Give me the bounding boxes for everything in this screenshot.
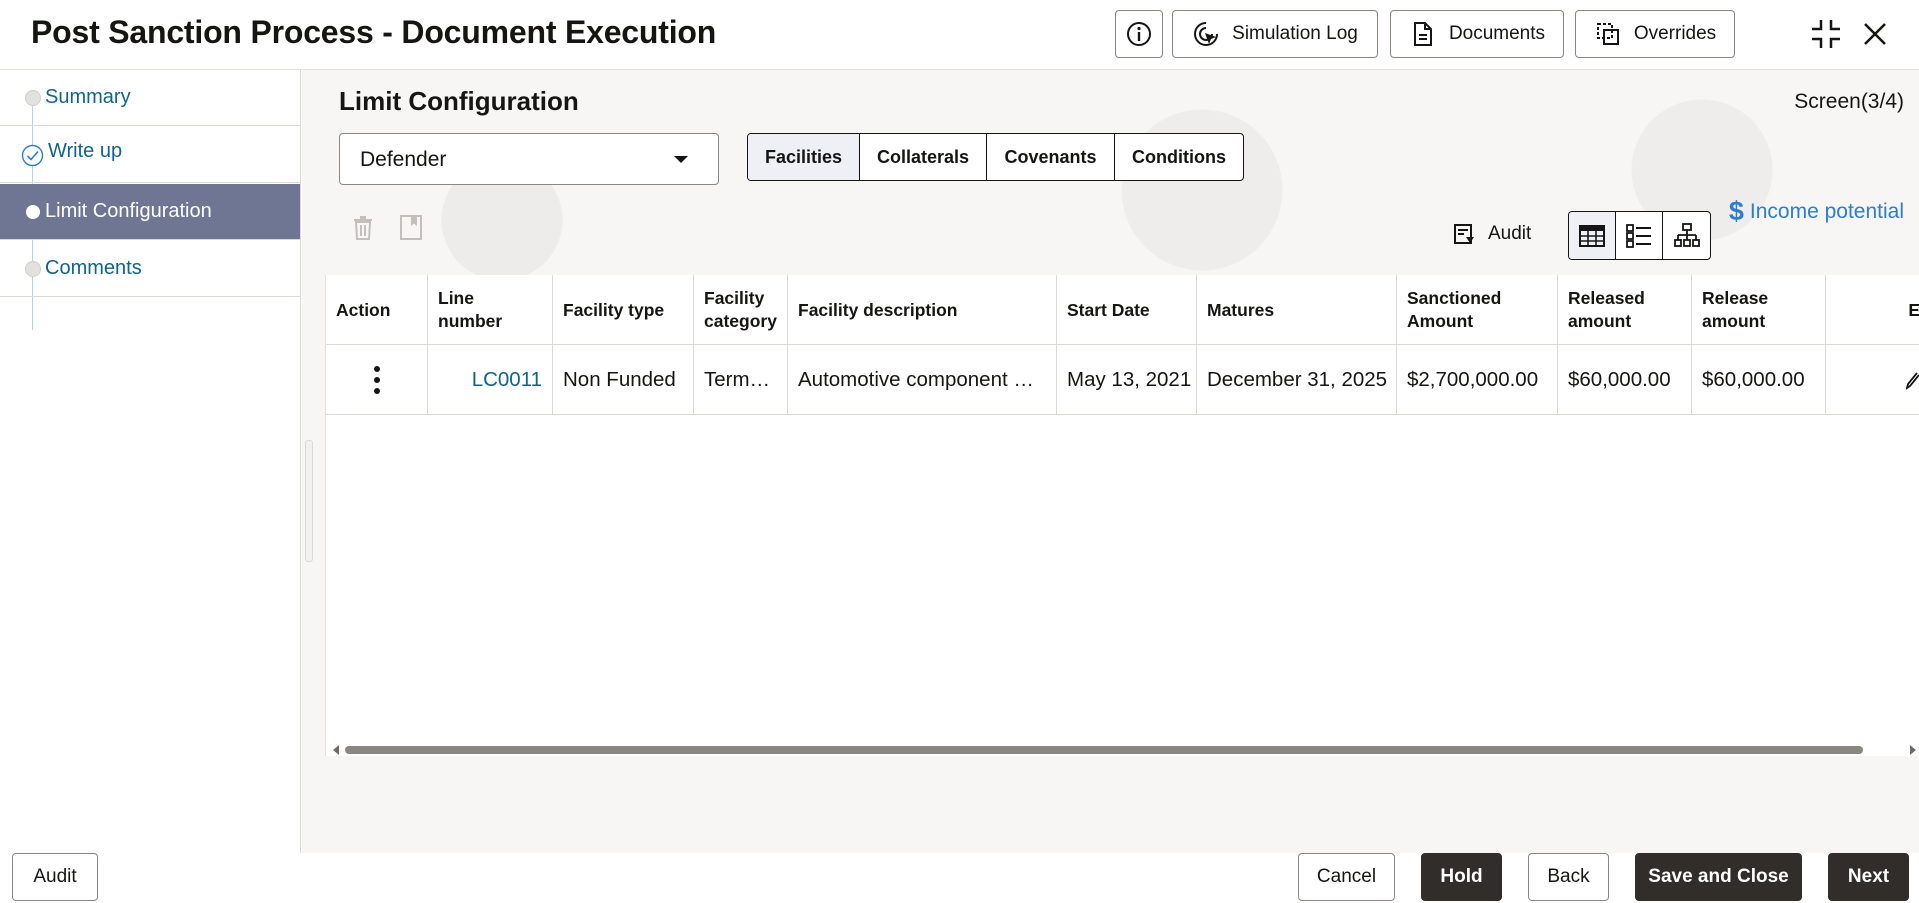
scrollbar-thumb[interactable] <box>345 746 1863 754</box>
audit-footer-button[interactable]: Audit <box>12 853 98 901</box>
info-button[interactable] <box>1115 10 1163 58</box>
column-header-matures[interactable]: Matures <box>1197 275 1397 345</box>
overrides-button[interactable]: Overrides <box>1575 10 1735 58</box>
release-amount-cell: $60,000.00 <box>1692 345 1826 415</box>
document-icon <box>1413 22 1432 46</box>
facility-category-cell: Term… <box>694 345 788 415</box>
hold-button[interactable]: Hold <box>1421 853 1502 901</box>
more-vertical-icon <box>373 366 380 394</box>
cursor-target-icon <box>1194 22 1219 46</box>
customer-select[interactable]: Defender <box>339 133 719 185</box>
column-header-released-amount[interactable]: Released amount <box>1558 275 1692 345</box>
sidebar-item-summary[interactable]: Summary <box>0 70 300 126</box>
sidebar-item-label: Limit Configuration <box>45 200 212 222</box>
edit-button[interactable] <box>1826 345 1919 415</box>
column-header-release-amount[interactable]: Release amount <box>1692 275 1826 345</box>
scroll-left-icon[interactable] <box>333 745 339 755</box>
sidebar-item-write-up[interactable]: Write up <box>0 127 300 183</box>
pencil-icon <box>1906 372 1919 390</box>
released-amount-cell: $60,000.00 <box>1558 345 1692 415</box>
start-date-cell: May 13, 2021 <box>1057 345 1197 415</box>
column-header-facility-category[interactable]: Facility category <box>694 275 788 345</box>
sidebar-item-label: Summary <box>45 86 131 108</box>
column-header-edit[interactable]: E <box>1826 275 1919 345</box>
column-header-facility-description[interactable]: Facility description <box>788 275 1057 345</box>
check-circle-icon <box>21 144 44 167</box>
matures-cell: December 31, 2025 <box>1197 345 1397 415</box>
column-header-facility-type[interactable]: Facility type <box>553 275 694 345</box>
sidebar-item-comments[interactable]: Comments <box>0 241 300 297</box>
facilities-table: Action Line number Facility type Facility… <box>325 275 1919 756</box>
sidebar-item-label: Comments <box>45 257 142 279</box>
footer-bar: Audit Cancel Hold Back Save and Close Ne… <box>0 853 1919 903</box>
minimize-button[interactable] <box>1806 14 1846 54</box>
tab-conditions[interactable]: Conditions <box>1115 134 1243 180</box>
sidebar-item-label: Write up <box>48 140 123 162</box>
process-steps-sidebar: Summary Write up Limit Configuration Com… <box>0 70 301 853</box>
simulation-log-label: Simulation Log <box>1232 23 1358 44</box>
tab-collaterals[interactable]: Collaterals <box>860 134 987 180</box>
page-title: Post Sanction Process - Document Executi… <box>31 14 717 50</box>
hierarchy-icon <box>1673 222 1700 247</box>
sanctioned-amount-cell: $2,700,000.00 <box>1397 345 1558 415</box>
facility-description-cell: Automotive component … <box>788 345 1057 415</box>
delete-icon[interactable] <box>348 212 378 242</box>
close-button[interactable] <box>1855 14 1895 54</box>
table-header: Action Line number Facility type Facility… <box>326 275 1919 345</box>
facility-type-cell: Non Funded <box>553 345 694 415</box>
save-and-close-button[interactable]: Save and Close <box>1635 853 1802 901</box>
column-header-start-date[interactable]: Start Date <box>1057 275 1197 345</box>
chevron-down-icon <box>674 156 688 163</box>
income-potential-link[interactable]: $ Income potential <box>1729 196 1904 227</box>
close-icon <box>1864 23 1886 45</box>
section-title: Limit Configuration <box>339 86 579 116</box>
documents-button[interactable]: Documents <box>1390 10 1564 58</box>
audit-button[interactable]: Audit <box>1452 222 1531 246</box>
customer-select-value: Defender <box>360 148 447 171</box>
pending-dot-icon <box>25 90 41 106</box>
back-button[interactable]: Back <box>1528 853 1609 901</box>
audit-label: Audit <box>1488 223 1532 244</box>
info-icon <box>1127 22 1151 46</box>
dollar-icon: $ <box>1728 196 1744 226</box>
side-scroll-handle[interactable] <box>305 440 313 562</box>
overrides-label: Overrides <box>1633 23 1717 44</box>
collapse-icon <box>1812 20 1840 48</box>
row-actions-button[interactable] <box>326 345 428 415</box>
income-potential-label: Income potential <box>1749 199 1904 223</box>
limit-tabs: Facilities Collaterals Covenants Conditi… <box>747 133 1244 181</box>
sidebar-item-limit-configuration[interactable]: Limit Configuration <box>0 184 300 240</box>
tab-facilities[interactable]: Facilities <box>748 134 860 180</box>
line-number-link[interactable]: LC0011 <box>428 345 553 415</box>
list-view-button[interactable] <box>1616 212 1663 259</box>
list-icon <box>1626 223 1651 248</box>
scroll-right-icon[interactable] <box>1910 745 1916 755</box>
column-header-action[interactable]: Action <box>326 275 428 345</box>
cancel-button[interactable]: Cancel <box>1298 853 1395 901</box>
bookmark-icon[interactable] <box>396 212 426 242</box>
horizontal-scrollbar[interactable] <box>331 745 1916 755</box>
screen-indicator: Screen(3/4) <box>1794 90 1904 113</box>
header-bar: Post Sanction Process - Document Executi… <box>0 0 1919 70</box>
simulation-log-button[interactable]: Simulation Log <box>1172 10 1378 58</box>
table-icon <box>1579 224 1605 247</box>
table-view-button[interactable] <box>1569 212 1616 259</box>
active-dot-icon <box>26 205 40 219</box>
column-header-sanctioned-amount[interactable]: Sanctioned Amount <box>1397 275 1558 345</box>
audit-icon <box>1454 224 1474 244</box>
table-row[interactable]: LC0011 Non Funded Term… Automotive compo… <box>326 345 1919 415</box>
documents-label: Documents <box>1448 23 1546 44</box>
main-content: Limit Configuration Screen(3/4) Defender… <box>302 70 1919 853</box>
hierarchy-view-button[interactable] <box>1663 212 1710 259</box>
tab-covenants[interactable]: Covenants <box>987 134 1115 180</box>
column-header-line-number[interactable]: Line number <box>428 275 553 345</box>
overrides-icon <box>1596 23 1619 45</box>
next-button[interactable]: Next <box>1828 853 1909 901</box>
view-toggle-group <box>1568 211 1711 260</box>
pending-dot-icon <box>25 261 41 277</box>
